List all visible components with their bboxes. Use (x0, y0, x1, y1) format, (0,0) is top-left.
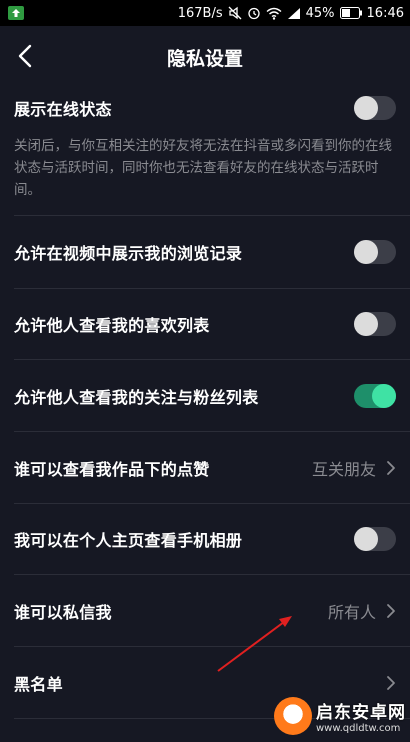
watermark-title: 启东安卓网 (316, 703, 406, 723)
setting-phone-album: 我可以在个人主页查看手机相册 (0, 504, 410, 574)
setting-who-can-see-likes[interactable]: 谁可以查看我作品下的点赞 互关朋友 (0, 432, 410, 503)
wifi-icon (266, 7, 282, 20)
chevron-right-icon (387, 675, 395, 690)
setting-label: 允许在视频中展示我的浏览记录 (14, 244, 243, 263)
chevron-right-icon (387, 460, 395, 475)
battery-level: 45% (305, 5, 335, 21)
setting-who-can-message[interactable]: 谁可以私信我 所有人 (0, 575, 410, 646)
nav-bar: 隐私设置 (0, 26, 410, 88)
phone-album-toggle[interactable] (354, 527, 396, 551)
upload-notification-icon (8, 6, 24, 20)
setting-label: 我可以在个人主页查看手机相册 (14, 531, 243, 550)
online-status-toggle[interactable] (354, 96, 396, 120)
signal-icon (287, 7, 301, 20)
setting-label: 谁可以私信我 (14, 602, 112, 622)
follow-fans-list-toggle[interactable] (354, 383, 396, 408)
setting-label: 允许他人查看我的喜欢列表 (14, 316, 210, 335)
setting-label: 允许他人查看我的关注与粉丝列表 (14, 387, 259, 407)
setting-online-status: 展示在线状态 (0, 88, 410, 128)
setting-label: 谁可以查看我作品下的点赞 (14, 459, 210, 479)
likes-list-toggle[interactable] (354, 312, 396, 336)
chevron-right-icon (387, 603, 395, 618)
setting-value: 所有人 (327, 602, 376, 622)
clock: 16:46 (366, 5, 404, 21)
setting-label: 黑名单 (14, 674, 63, 694)
alarm-icon (247, 6, 261, 20)
network-speed: 167B/s (177, 5, 223, 21)
battery-icon (339, 7, 362, 19)
setting-follow-fans-list: 允许他人查看我的关注与粉丝列表 (0, 360, 410, 431)
setting-label: 展示在线状态 (14, 100, 112, 119)
setting-value: 互关朋友 (311, 459, 376, 479)
online-status-description: 关闭后，与你互相关注的好友将无法在抖音或多闪看到你的在线状态与活跃时间，同时你也… (14, 138, 392, 198)
setting-browse-history: 允许在视频中展示我的浏览记录 (0, 216, 410, 288)
status-bar: 167B/s 45% 16:46 (0, 0, 410, 26)
page-title: 隐私设置 (166, 48, 243, 70)
watermark-logo-icon (274, 697, 312, 735)
watermark-url: www.qdldtw.com (316, 723, 401, 734)
browse-history-toggle[interactable] (354, 240, 396, 264)
mute-icon (228, 6, 242, 20)
setting-likes-list: 允许他人查看我的喜欢列表 (0, 289, 410, 359)
watermark: 启东安卓网 www.qdldtw.com (274, 690, 410, 742)
